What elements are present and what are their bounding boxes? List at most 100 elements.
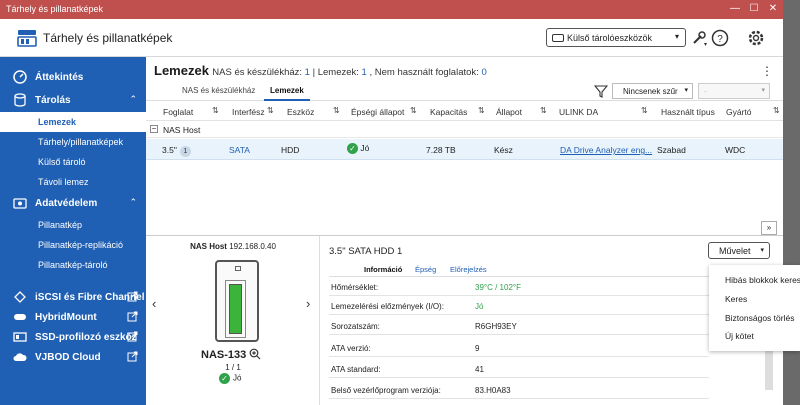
- cell-device: HDD: [281, 145, 300, 155]
- sort-icon[interactable]: ⇅: [212, 106, 219, 115]
- sort-icon[interactable]: ⇅: [410, 106, 417, 115]
- chevron-down-icon: ▾: [684, 87, 688, 94]
- sort-icon[interactable]: ⇅: [478, 106, 485, 115]
- maximize-button[interactable]: ☐: [746, 2, 762, 16]
- chevron-up-icon[interactable]: ⌃: [129, 197, 137, 208]
- check-icon: ✓: [347, 143, 358, 155]
- menu-item-new-volume[interactable]: Új kötet: [725, 331, 754, 341]
- nas-led: [235, 266, 241, 271]
- slot-badge: 1: [179, 146, 191, 157]
- scrollbar[interactable]: [765, 350, 773, 390]
- backup-icon: [13, 198, 27, 209]
- col-header-used-type[interactable]: Használt típus: [661, 107, 715, 117]
- window-title: Tárhely és pillanatképek: [6, 4, 104, 14]
- prop-label: Sorozatszám:: [331, 322, 380, 331]
- col-header-health[interactable]: Épségi állapot: [351, 107, 404, 117]
- sort-icon[interactable]: ⇅: [333, 106, 340, 115]
- tab-health[interactable]: Épség: [415, 265, 436, 274]
- sidebar-item-label: Külső tároló: [38, 157, 86, 167]
- disk-bay-1[interactable]: [229, 284, 242, 334]
- tab-information[interactable]: Információ: [364, 265, 402, 274]
- nas-host-info: NAS Host 192.168.0.40: [146, 242, 320, 251]
- external-link-icon: [127, 291, 138, 302]
- col-header-ulink[interactable]: ULINK DA: [559, 107, 598, 117]
- cloud-icon: [13, 353, 27, 361]
- cell-interface: SATA: [229, 145, 250, 155]
- zoom-in-icon[interactable]: [249, 348, 261, 360]
- prop-label: Belső vezérlőprogram verziója:: [331, 386, 441, 395]
- col-header-device[interactable]: Eszköz: [287, 107, 314, 117]
- chevron-left-icon[interactable]: ‹: [152, 296, 156, 311]
- collapse-toggle-icon[interactable]: −: [150, 125, 158, 133]
- sidebar-item-snapshot-replication[interactable]: Pillanatkép-replikáció: [0, 235, 146, 255]
- chevron-right-icon[interactable]: ›: [306, 296, 310, 311]
- filter-icon[interactable]: [594, 84, 608, 98]
- app-window: Tárhely és pillanatképek — ☐ ✕ Tárhely é…: [0, 0, 783, 405]
- chevron-up-icon[interactable]: ⌃: [129, 94, 137, 105]
- prop-row-temperature: Hőmérséklet: 39°C / 102°F: [329, 277, 709, 296]
- sidebar-item-snapshot-vault[interactable]: Pillanatkép-tároló: [0, 255, 146, 275]
- sidebar-item-storage-snapshots[interactable]: Tárhely/pillanatképek: [0, 132, 146, 152]
- col-header-slot[interactable]: Foglalat: [163, 107, 193, 117]
- help-icon[interactable]: ?: [710, 28, 730, 48]
- nas-device-image: [215, 260, 259, 342]
- sort-icon[interactable]: ⇅: [641, 106, 648, 115]
- sidebar-item-label: Távoli lemez: [38, 177, 89, 187]
- sort-icon[interactable]: ⇅: [267, 106, 274, 115]
- cell-status: Kész: [494, 145, 513, 155]
- prop-row-ata-version: ATA verzió: 9: [329, 338, 709, 357]
- menu-item-locate[interactable]: Keres: [725, 294, 747, 304]
- page-header: Lemezek NAS és készülékház: 1 | Lemezek:…: [154, 63, 487, 78]
- sort-icon[interactable]: ⇅: [773, 106, 780, 115]
- app-title: Tárhely és pillanatképek: [43, 31, 173, 45]
- main-content: Lemezek NAS és készülékház: 1 | Lemezek:…: [146, 57, 783, 405]
- slot-value: 3.5": [162, 145, 177, 155]
- sidebar-item-label: Tárolás: [35, 95, 71, 106]
- search-input[interactable]: - ▾: [698, 83, 770, 99]
- group-row[interactable]: − NAS Host: [146, 121, 783, 138]
- action-label: Művelet: [719, 246, 751, 256]
- more-options-icon[interactable]: ⋮: [761, 64, 773, 78]
- external-devices-button[interactable]: Külső tárolóeszközök ▾: [546, 28, 686, 47]
- action-menu: Hibás blokkok keresése Keres Biztonságos…: [709, 265, 800, 351]
- prop-row-io-history: Lemezelérési előzmények (I/O): Jó: [329, 296, 709, 315]
- database-icon: [14, 93, 26, 107]
- tab-nas-enclosure[interactable]: NAS és készülékház: [182, 86, 255, 95]
- storage-app-icon: [17, 30, 37, 47]
- ulink-link[interactable]: DA Drive Analyzer eng...: [560, 145, 652, 155]
- col-header-status[interactable]: Állapot: [496, 107, 522, 117]
- prop-label: Lemezelérési előzmények (I/O):: [331, 302, 444, 311]
- disk-title: 3.5" SATA HDD 1: [329, 246, 403, 257]
- col-header-capacity[interactable]: Kapacitás: [430, 107, 467, 117]
- sidebar-item-label: Pillanatkép-tároló: [38, 260, 108, 270]
- table-row[interactable]: 3.5" 1 SATA HDD ✓ Jó 7.28 TB Kész DA Driv…: [146, 139, 783, 160]
- minimize-button[interactable]: —: [727, 2, 743, 16]
- prop-value: R6GH93EY: [475, 322, 517, 331]
- sidebar-item-label: Lemezek: [38, 117, 77, 127]
- col-header-vendor[interactable]: Gyártó: [726, 107, 752, 117]
- menu-item-secure-erase[interactable]: Biztonságos törlés: [725, 313, 794, 323]
- scroll-down-button[interactable]: »: [761, 221, 777, 235]
- sidebar-item-remote-disk[interactable]: Távoli lemez: [0, 172, 146, 192]
- sidebar: Áttekintés Tárolás ⌃ Lemezek Tárhely/pil…: [0, 57, 146, 405]
- sidebar-item-disks[interactable]: Lemezek: [0, 112, 146, 132]
- tab-disks[interactable]: Lemezek: [264, 86, 310, 101]
- sidebar-item-external-storage[interactable]: Külső tároló: [0, 152, 146, 172]
- menu-item-bad-block-scan[interactable]: Hibás blokkok keresése: [725, 275, 800, 285]
- close-button[interactable]: ✕: [765, 2, 781, 16]
- sidebar-item-snapshot[interactable]: Pillanatkép: [0, 215, 146, 235]
- sidebar-item-label: HybridMount: [35, 312, 97, 323]
- cell-slot: 3.5" 1: [162, 145, 191, 157]
- prop-row-ata-standard: ATA standard: 41: [329, 359, 709, 378]
- page-title: Lemezek: [154, 63, 209, 78]
- tab-prediction[interactable]: Előrejelzés: [450, 265, 487, 274]
- table-header: Foglalat ⇅ Interfész ⇅ Eszköz ⇅ Épségi á…: [146, 101, 783, 121]
- action-button[interactable]: Művelet ▾: [708, 242, 770, 259]
- sidebar-item-label: SSD-profilozó eszköz: [35, 332, 137, 343]
- col-header-interface[interactable]: Interfész: [232, 107, 265, 117]
- sort-icon[interactable]: ⇅: [540, 106, 547, 115]
- sidebar-item-label: Áttekintés: [35, 72, 84, 83]
- gear-icon[interactable]: [746, 28, 766, 48]
- settings-wrench-icon[interactable]: ▾: [689, 28, 709, 48]
- filter-select[interactable]: Nincsenek szűr ▾: [612, 83, 693, 99]
